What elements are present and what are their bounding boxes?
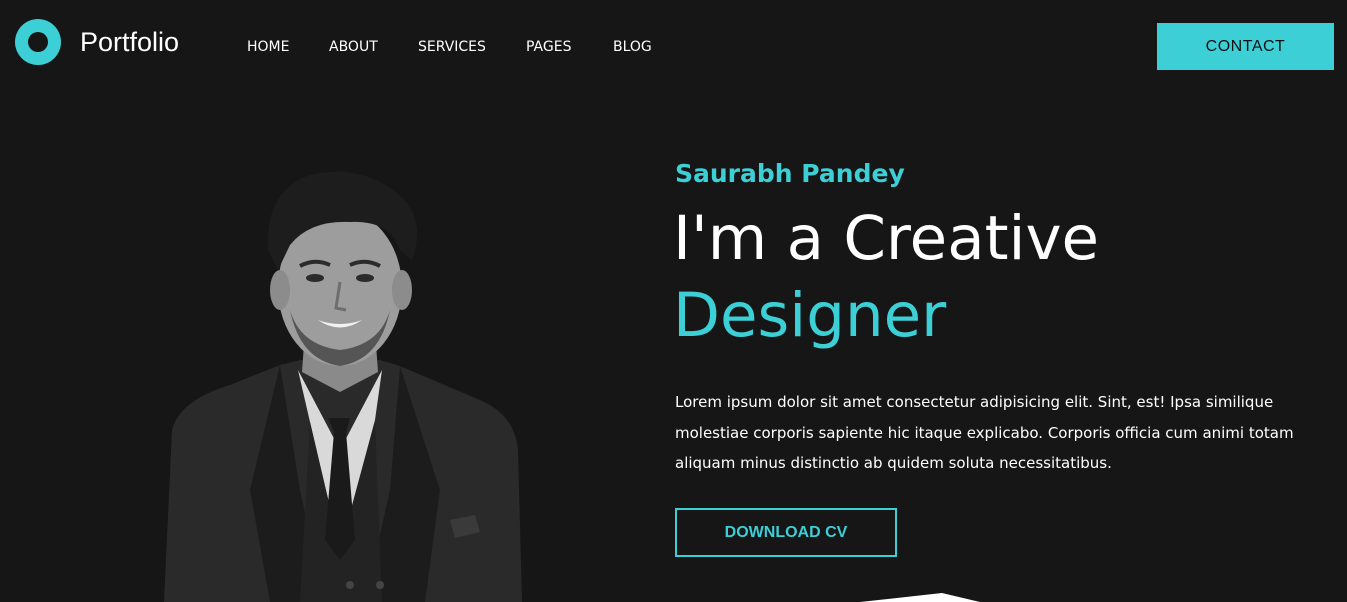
profile-photo: [164, 171, 522, 602]
nav-item-blog[interactable]: BLOG: [613, 38, 652, 56]
portfolio-page: Portfolio HOME ABOUT SERVICES PAGES BLOG…: [0, 0, 1347, 602]
hero-name: Saurabh Pandey: [675, 159, 905, 188]
nav-item-services[interactable]: SERVICES: [418, 38, 486, 56]
nav-item-about[interactable]: ABOUT: [329, 38, 378, 56]
contact-button[interactable]: CONTACT: [1157, 23, 1334, 70]
decorative-shape: [860, 593, 980, 602]
download-cv-button[interactable]: DOWNLOAD CV: [675, 508, 897, 557]
nav-item-pages[interactable]: PAGES: [526, 38, 571, 56]
brand-name[interactable]: Portfolio: [80, 27, 179, 57]
nav-item-home[interactable]: HOME: [247, 38, 289, 56]
hero-headline-line2: Designer: [673, 280, 947, 351]
hero-headline-line1: I'm a Creative: [673, 203, 1100, 274]
ring-logo-icon[interactable]: [15, 19, 61, 65]
hero-description: Lorem ipsum dolor sit amet consectetur a…: [675, 393, 1294, 472]
